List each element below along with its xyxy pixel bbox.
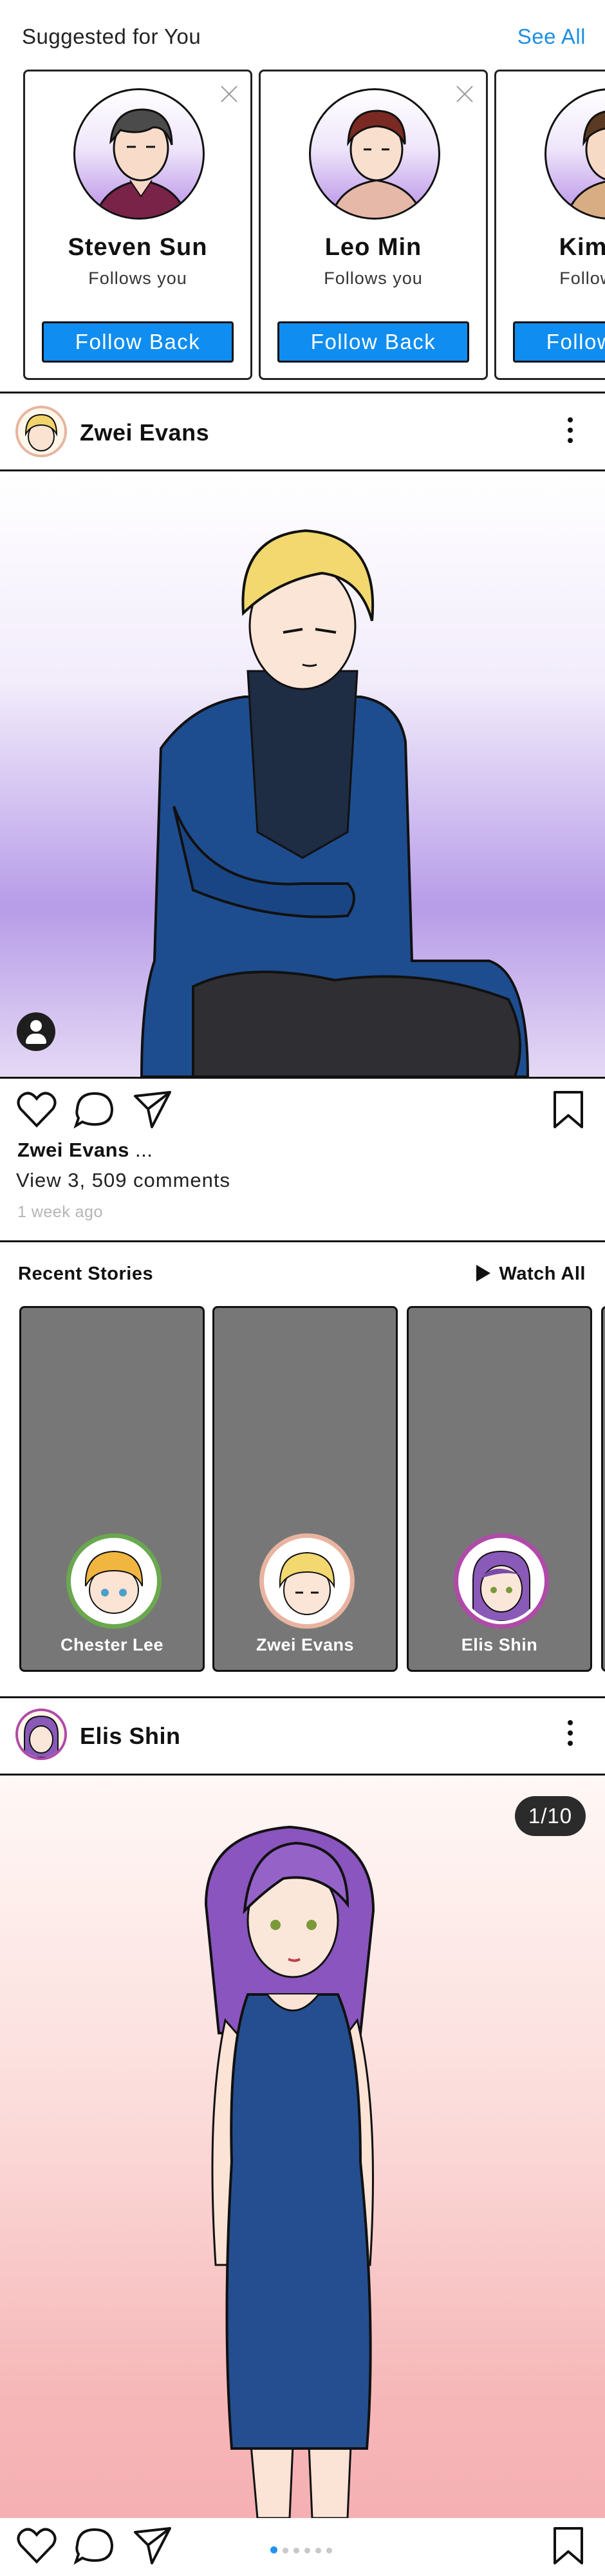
divider bbox=[0, 392, 605, 393]
caption[interactable]: Zwei Evans ... bbox=[17, 1139, 153, 1162]
story-avatar bbox=[458, 1538, 544, 1624]
story-card[interactable]: Zwei Evans bbox=[212, 1306, 398, 1672]
watch-all-label: Watch All bbox=[499, 1264, 586, 1284]
like-heart-icon[interactable] bbox=[14, 1087, 59, 1132]
story-name: Zwei Evans bbox=[256, 1635, 355, 1654]
carousel-counter: 1/10 bbox=[515, 1796, 586, 1836]
post-header: Zwei Evans bbox=[0, 395, 605, 469]
post-header: Elis Shin bbox=[0, 1698, 605, 1772]
watch-all-button[interactable]: Watch All bbox=[476, 1264, 586, 1285]
author-avatar[interactable] bbox=[15, 1709, 67, 1760]
share-send-icon[interactable] bbox=[130, 1087, 175, 1132]
post-image[interactable] bbox=[0, 471, 605, 1077]
story-name: Elis Shin bbox=[461, 1635, 538, 1654]
story-card[interactable] bbox=[601, 1306, 605, 1672]
share-send-icon[interactable] bbox=[130, 2523, 175, 2568]
play-icon bbox=[476, 1265, 490, 1282]
story-card[interactable]: Elis Shin bbox=[407, 1306, 592, 1672]
suggestion-subtitle: Follows you bbox=[324, 269, 423, 288]
more-options-icon[interactable] bbox=[568, 417, 574, 447]
carousel-dots[interactable] bbox=[270, 2545, 337, 2554]
story-avatar bbox=[264, 1538, 350, 1624]
close-icon[interactable] bbox=[219, 84, 239, 104]
like-heart-icon[interactable] bbox=[14, 2523, 59, 2568]
carousel-dot[interactable] bbox=[315, 2548, 321, 2553]
tagged-user-icon[interactable] bbox=[17, 1012, 55, 1051]
bookmark-icon[interactable] bbox=[546, 1087, 591, 1132]
post-illustration bbox=[140, 529, 530, 1077]
carousel-dot[interactable] bbox=[270, 2546, 277, 2553]
post-image[interactable]: 1/10 bbox=[0, 1776, 605, 2518]
suggestion-card: Steven Sun Follows you Follow Back bbox=[23, 70, 252, 380]
post-actions bbox=[0, 1087, 605, 1145]
avatar[interactable] bbox=[309, 88, 440, 220]
divider bbox=[0, 1240, 605, 1242]
stories-row[interactable]: Chester Lee Zwei Evans Elis Shin bbox=[0, 1306, 605, 1674]
recent-stories-title: Recent Stories bbox=[18, 1264, 154, 1284]
view-comments-link[interactable]: View 3, 509 comments bbox=[16, 1169, 230, 1192]
suggested-header: Suggested for You See All bbox=[0, 0, 605, 71]
suggestion-name: Kim Min bbox=[559, 234, 605, 261]
post-author-name[interactable]: Elis Shin bbox=[80, 1723, 181, 1750]
post-timestamp: 1 week ago bbox=[17, 1203, 103, 1221]
caption-author: Zwei Evans bbox=[17, 1139, 129, 1161]
post-illustration bbox=[204, 1825, 375, 2518]
more-options-icon[interactable] bbox=[568, 1720, 574, 1750]
carousel-dot[interactable] bbox=[283, 2548, 288, 2553]
story-avatar bbox=[71, 1538, 157, 1624]
carousel-dot[interactable] bbox=[326, 2548, 332, 2553]
suggestion-card: Leo Min Follows you Follow Back bbox=[259, 70, 488, 380]
story-card[interactable]: Chester Lee bbox=[19, 1306, 205, 1672]
follow-back-button[interactable]: Follow Back bbox=[277, 321, 469, 363]
divider bbox=[0, 1077, 605, 1079]
see-all-link[interactable]: See All bbox=[517, 24, 586, 49]
suggestion-name: Leo Min bbox=[324, 234, 422, 261]
story-name: Chester Lee bbox=[60, 1635, 164, 1654]
bookmark-icon[interactable] bbox=[546, 2523, 591, 2568]
suggestion-subtitle: Follows you bbox=[88, 269, 187, 288]
comment-icon[interactable] bbox=[72, 2523, 117, 2568]
suggested-cards[interactable]: Steven Sun Follows you Follow Back Leo M… bbox=[0, 70, 605, 380]
post-author-name[interactable]: Zwei Evans bbox=[80, 419, 209, 446]
follow-back-button[interactable]: Follow Back bbox=[42, 321, 234, 363]
comment-icon[interactable] bbox=[72, 1087, 117, 1132]
close-icon[interactable] bbox=[455, 84, 474, 104]
avatar[interactable] bbox=[73, 88, 205, 220]
caption-more[interactable]: ... bbox=[129, 1139, 153, 1161]
suggestion-subtitle: Follows you bbox=[559, 269, 605, 288]
author-avatar[interactable] bbox=[15, 406, 67, 457]
story-avatar-ring bbox=[259, 1533, 355, 1629]
avatar[interactable] bbox=[544, 88, 605, 220]
story-avatar-ring bbox=[66, 1533, 162, 1629]
carousel-dot[interactable] bbox=[293, 2548, 299, 2553]
suggestion-card: Kim Min Follows you Follow Back bbox=[494, 70, 605, 380]
suggestion-name: Steven Sun bbox=[68, 234, 208, 261]
suggested-title: Suggested for You bbox=[22, 24, 201, 48]
carousel-dot[interactable] bbox=[304, 2548, 310, 2553]
story-avatar-ring bbox=[454, 1533, 549, 1629]
follow-back-button[interactable]: Follow Back bbox=[513, 321, 605, 363]
